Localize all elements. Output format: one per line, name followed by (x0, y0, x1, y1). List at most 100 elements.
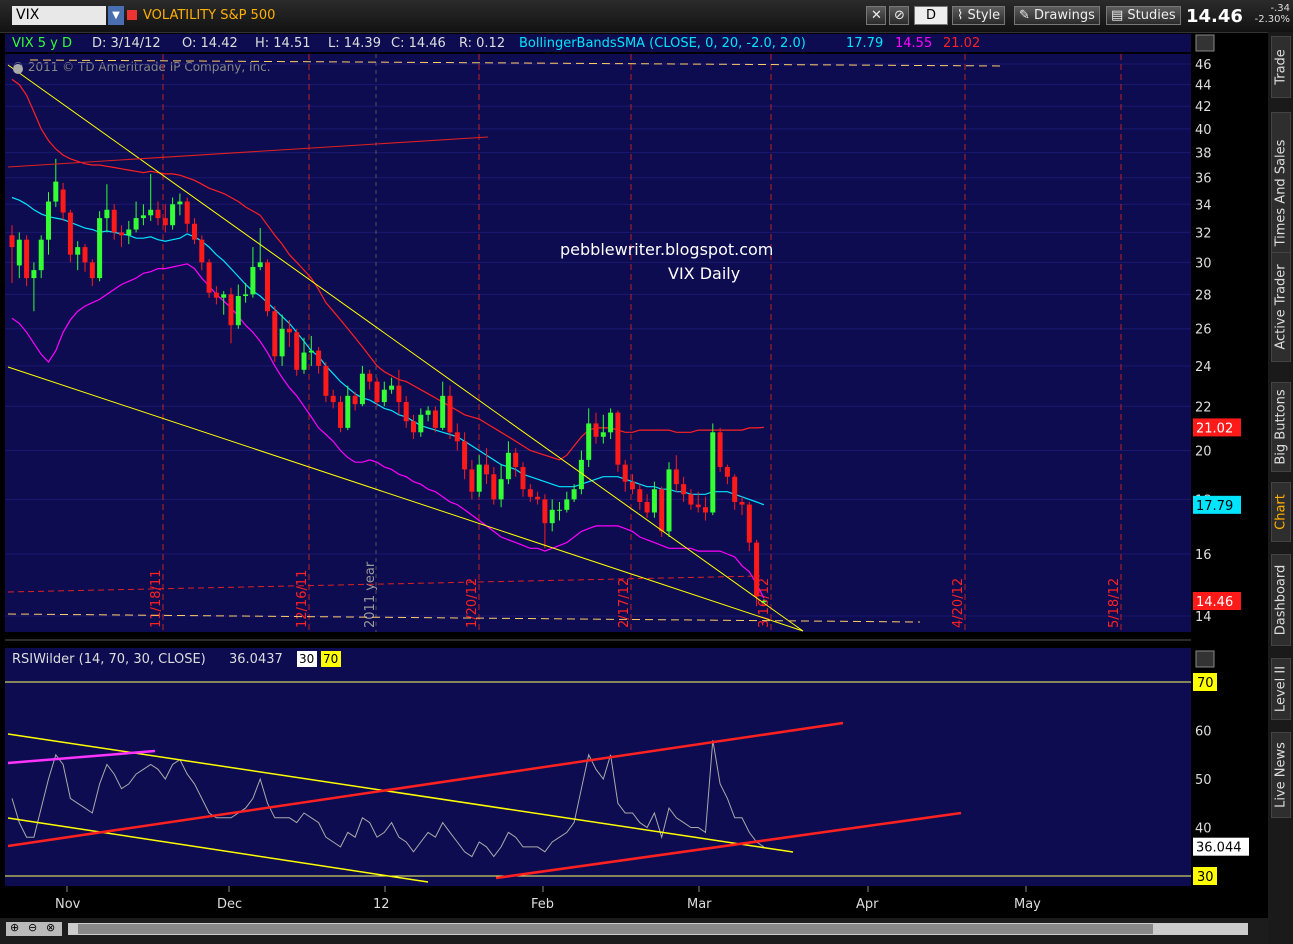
zoom-controls[interactable]: ⊕ ⊖ ⊗ (6, 921, 62, 936)
candle-body (16, 239, 22, 266)
x-tick-label: Feb (531, 897, 554, 912)
candle-body (140, 215, 146, 219)
side-tab-bar: Trade Times And Sales Active Trader Big … (1268, 32, 1293, 944)
candle-body (199, 239, 205, 263)
chart-area[interactable]: VIX 5 y D D: 3/14/12 O: 14.42 H: 14.51 L… (0, 0, 1268, 918)
candle-body (46, 201, 51, 240)
scroll-thumb[interactable] (78, 924, 1153, 934)
candle-body (330, 395, 336, 403)
rsi-value: 36.0437 (229, 652, 283, 667)
tab-level-ii[interactable]: Level II (1271, 658, 1291, 720)
candle-body (476, 464, 482, 492)
candle-body (527, 489, 533, 497)
bb-study-label: BollingerBandsSMA (CLOSE, 0, 20, -2.0, 2… (519, 36, 806, 51)
candle-body (31, 270, 37, 279)
tab-big-buttons[interactable]: Big Buttons (1271, 382, 1291, 472)
candle-body (170, 204, 176, 226)
rsi-panel[interactable] (5, 648, 1191, 886)
candle-body (754, 542, 760, 597)
rsi-study-label: RSIWilder (14, 70, 30, CLOSE) (12, 652, 206, 667)
candle-body (454, 432, 460, 442)
candle-body (673, 469, 679, 485)
candle-body (615, 412, 621, 465)
candle-body (637, 489, 643, 502)
candle-body (67, 212, 73, 255)
candle-body (257, 262, 263, 268)
candle-body (513, 452, 519, 468)
zoom-in-icon[interactable]: ⊕ (10, 921, 19, 934)
zoom-out-icon[interactable]: ⊖ (28, 921, 37, 934)
candle-body (717, 432, 723, 468)
bb-low-value: 14.55 (895, 36, 932, 51)
price-tick-label: 22 (1195, 400, 1212, 415)
rsi-os-value: 70 (323, 652, 338, 666)
price-tick-label: 20 (1195, 444, 1212, 459)
candle-body (38, 239, 44, 271)
candle-body (381, 389, 387, 403)
candle-body (53, 181, 59, 202)
tab-active-trader[interactable]: Active Trader (1271, 252, 1291, 362)
candle-body (396, 385, 402, 403)
x-tick-label: Dec (217, 897, 242, 912)
rsi-settings-icon[interactable] (1195, 650, 1215, 668)
candle-body (608, 412, 614, 433)
tab-chart-label: Chart (1273, 494, 1289, 530)
horizontal-scrollbar[interactable] (68, 923, 1248, 935)
candle-body (710, 432, 716, 513)
price-panel[interactable] (5, 54, 1191, 632)
tab-live-news[interactable]: Live News (1271, 732, 1291, 818)
bb-mid-value: 17.79 (846, 36, 883, 51)
zoom-fit-icon[interactable]: ⊗ (46, 921, 55, 934)
rsi-tick-label: 60 (1195, 725, 1212, 740)
chart-symbol: VIX 5 y D (12, 36, 72, 51)
candle-body (316, 350, 322, 366)
candle-body (505, 452, 511, 480)
candle-body (411, 421, 416, 433)
copyright-text: © 2011 © TD Ameritrade IP Company, Inc. (12, 60, 271, 74)
tab-trade[interactable]: Trade (1271, 36, 1291, 98)
candle-body (724, 467, 730, 477)
candle-body (75, 247, 81, 255)
tab-dashboard[interactable]: Dashboard (1271, 554, 1291, 646)
tab-times-and-sales[interactable]: Times And Sales (1271, 112, 1291, 274)
price-tick-label: 24 (1195, 360, 1212, 375)
tab-live-news-label: Live News (1273, 742, 1289, 808)
tab-active-trader-label: Active Trader (1273, 264, 1289, 350)
price-tick-label: 44 (1195, 79, 1212, 94)
expiry-label: 12/16/11 (295, 570, 310, 628)
candle-body (359, 373, 365, 405)
tab-chart[interactable]: Chart (1271, 482, 1291, 542)
chart-settings-icon[interactable] (1195, 34, 1215, 52)
info-icon[interactable] (13, 64, 23, 74)
price-tick-label: 14 (1195, 610, 1212, 625)
candle-body (542, 499, 548, 524)
candle-body (447, 395, 453, 433)
candle-body (549, 509, 555, 524)
candle-body (221, 294, 227, 298)
rsi-30-label: 30 (1197, 870, 1214, 885)
candle-body (265, 262, 270, 312)
x-tick-label: Mar (687, 897, 712, 912)
candle-body (301, 352, 307, 370)
candle-body (571, 489, 577, 500)
candle-body (294, 332, 300, 370)
candle-body (586, 423, 592, 460)
price-tick-label: 40 (1195, 123, 1212, 138)
candle-body (659, 489, 665, 532)
rsi-tick-label: 40 (1195, 822, 1212, 837)
candle-body (192, 223, 197, 240)
chart-low: L: 14.39 (328, 36, 381, 51)
candle-body (279, 328, 285, 357)
tab-dashboard-label: Dashboard (1273, 564, 1289, 636)
candle-body (126, 229, 132, 236)
year-label: 2011 year (363, 561, 378, 628)
candle-body (250, 267, 256, 295)
candle-body (155, 209, 161, 219)
candle-body (272, 311, 278, 357)
rsi-tick-label: 50 (1195, 773, 1212, 788)
price-tick-label: 26 (1195, 323, 1212, 338)
candle-body (622, 464, 628, 482)
candle-body (345, 395, 351, 428)
candle-body (425, 410, 431, 415)
candle-body (688, 494, 694, 505)
